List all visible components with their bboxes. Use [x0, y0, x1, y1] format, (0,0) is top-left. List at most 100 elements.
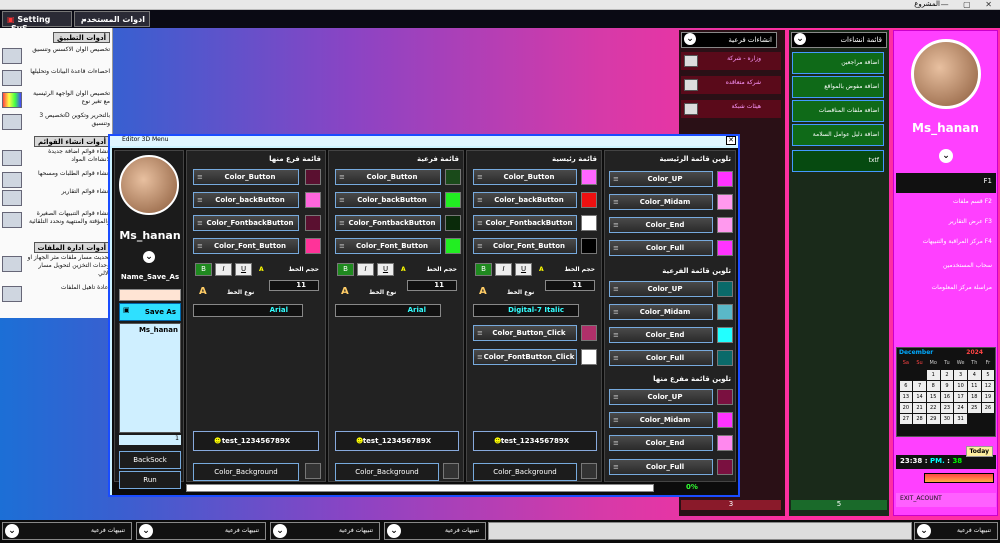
calendar-day[interactable]: 11 [967, 381, 981, 391]
color-swatch[interactable] [581, 192, 597, 208]
font-size-select[interactable]: 11 [269, 280, 319, 291]
color-button-click-btn[interactable]: Color_Button_Click [473, 325, 577, 341]
calendar-day[interactable]: 19 [981, 392, 995, 402]
taskbar-item-1[interactable]: ⌄ تنبيهات فرعية [2, 522, 132, 540]
tool-item-main-colors[interactable]: تخصيص الوان الواجهة الرئيسية مع تغير نوع [2, 90, 110, 112]
color-font-button-btn[interactable]: Color_Font_Button [193, 238, 299, 254]
color-swatch[interactable] [717, 435, 733, 451]
calendar-day[interactable]: 30 [940, 414, 954, 424]
underline-toggle[interactable]: U [235, 263, 252, 276]
color-swatch[interactable] [305, 169, 321, 185]
color-background-button[interactable]: Color_Background [193, 463, 299, 481]
color-end-btn[interactable]: Color_End [609, 435, 713, 451]
color-swatch[interactable] [581, 238, 597, 254]
color-up-btn[interactable]: Color_UP [609, 281, 713, 297]
calendar-day[interactable]: 29 [926, 414, 940, 424]
color-swatch[interactable] [717, 459, 733, 475]
add-safety-guide-button[interactable]: اضافة دليل عوامل السلامة [792, 124, 884, 146]
bold-toggle[interactable]: B [337, 263, 354, 276]
color-swatch[interactable] [717, 327, 733, 343]
calendar-day[interactable]: 8 [926, 381, 940, 391]
color-up-btn[interactable]: Color_UP [609, 171, 713, 187]
color-swatch[interactable] [305, 238, 321, 254]
taskbar-item-2[interactable]: ⌄ تنبيهات فرعية [136, 522, 266, 540]
run-button[interactable]: Run [119, 471, 181, 489]
color-font-back-button-btn[interactable]: Color_FontbackButton [335, 215, 441, 231]
calendar-day[interactable]: 25 [967, 403, 981, 413]
calendar-day[interactable]: 1 [926, 370, 940, 380]
color-swatch[interactable] [445, 215, 461, 231]
font-family-select[interactable]: Digital-7 Italic [473, 304, 579, 317]
color-swatch[interactable] [445, 238, 461, 254]
chevron-down-icon[interactable]: ⌄ [143, 251, 155, 263]
calendar-day[interactable]: 17 [954, 392, 967, 402]
chevron-down-icon[interactable]: ⌄ [939, 149, 953, 163]
sub-item-network[interactable]: هيئات شبكة [681, 100, 781, 118]
nav-item-messaging[interactable]: مراسلة مركز المعلومات [896, 281, 996, 299]
underline-toggle[interactable]: U [515, 263, 532, 276]
color-font-button-btn[interactable]: Color_Font_Button [335, 238, 441, 254]
color-back-button-btn[interactable]: Color_backButton [193, 192, 299, 208]
calendar-day[interactable]: 24 [954, 403, 967, 413]
sub-item-contractor[interactable]: شركة متعاقده [681, 76, 781, 94]
color-font-button-click-btn[interactable]: Color_FontButton_Click [473, 349, 577, 365]
taskbar-item-3[interactable]: ⌄ تنبيهات فرعية [270, 522, 380, 540]
nav-item-reports[interactable]: عرض التقارير F3 [896, 215, 996, 233]
color-full-btn[interactable]: Color_Full [609, 240, 713, 256]
calendar-day[interactable]: 21 [913, 403, 926, 413]
color-back-button-btn[interactable]: Color_backButton [335, 192, 441, 208]
color-swatch[interactable] [717, 194, 733, 210]
calendar-day[interactable]: 3 [954, 370, 967, 380]
color-swatch[interactable] [445, 192, 461, 208]
calendar-day[interactable]: 14 [913, 392, 926, 402]
window-controls[interactable]: — ▢ ✕ [941, 0, 998, 9]
chevron-down-icon[interactable]: ⌄ [794, 33, 806, 45]
color-swatch[interactable] [445, 169, 461, 185]
color-swatch[interactable] [305, 192, 321, 208]
save-as-button[interactable]: ▣ Save As [119, 303, 181, 321]
calendar-day[interactable]: 2 [940, 370, 954, 380]
calendar-day[interactable]: 23 [940, 403, 954, 413]
tool-item-update-path[interactable]: تحديث مسار ملفات مثر الجهاز او وحدات الت… [2, 254, 110, 282]
color-button-btn[interactable]: Color_Button [193, 169, 299, 185]
calendar-day[interactable]: 5 [981, 370, 995, 380]
nav-item-users[interactable]: سحاب المستخدمين [896, 259, 996, 277]
color-font-button-btn[interactable]: Color_Font_Button [473, 238, 577, 254]
bold-toggle[interactable]: B [195, 263, 212, 276]
color-midam-btn[interactable]: Color_Midam [609, 194, 713, 210]
color-swatch[interactable] [717, 240, 733, 256]
color-button-btn[interactable]: Color_Button [335, 169, 441, 185]
txtf-button[interactable]: txtf [792, 150, 884, 172]
close-icon[interactable]: ✕ [726, 136, 736, 145]
color-swatch[interactable] [443, 463, 459, 479]
tool-item-db-stats[interactable]: احصاءات قاعدة البيانات وتحليلها [2, 68, 110, 90]
color-swatch[interactable] [581, 215, 597, 231]
tool-item-reports-menu[interactable]: انشاء قوائم التقارير [2, 188, 110, 210]
calendar-day[interactable]: 18 [967, 392, 981, 402]
color-back-button-btn[interactable]: Color_backButton [473, 192, 577, 208]
color-swatch[interactable] [305, 463, 321, 479]
tool-item-reset-files[interactable]: اعادة تاهيل الملفات [2, 284, 110, 306]
color-swatch[interactable] [717, 304, 733, 320]
color-swatch[interactable] [581, 463, 597, 479]
test-button[interactable]: ☻ test_123456789X [473, 431, 597, 451]
calendar-day[interactable]: 31 [954, 414, 967, 424]
color-end-btn[interactable]: Color_End [609, 327, 713, 343]
color-swatch[interactable] [581, 349, 597, 365]
color-font-back-button-btn[interactable]: Color_FontbackButton [193, 215, 299, 231]
exit-account-button[interactable]: EXIT_ACOUNT [896, 493, 996, 507]
tool-item-alerts-menu[interactable]: انشاء قوائم التنبيهات الصغيرة والمؤقتة و… [2, 210, 110, 238]
chevron-down-icon[interactable]: ⌄ [684, 33, 696, 45]
underline-toggle[interactable]: U [377, 263, 394, 276]
color-swatch[interactable] [717, 412, 733, 428]
user-tools-button[interactable]: ⌄ ادوات المستخدم [74, 11, 150, 27]
color-swatch[interactable] [717, 389, 733, 405]
taskbar-item-right[interactable]: ⌄ تنبيهات فرعية [914, 522, 998, 540]
color-swatch[interactable] [581, 169, 597, 185]
color-font-back-button-btn[interactable]: Color_FontbackButton [473, 215, 577, 231]
test-button[interactable]: ☻ test_123456789X [335, 431, 459, 451]
list-item[interactable]: Ms_hanan [120, 324, 180, 336]
calendar-month[interactable]: December [899, 349, 933, 356]
test-button[interactable]: ☻ test_123456789X [193, 431, 319, 451]
today-button[interactable]: Today [965, 446, 993, 457]
